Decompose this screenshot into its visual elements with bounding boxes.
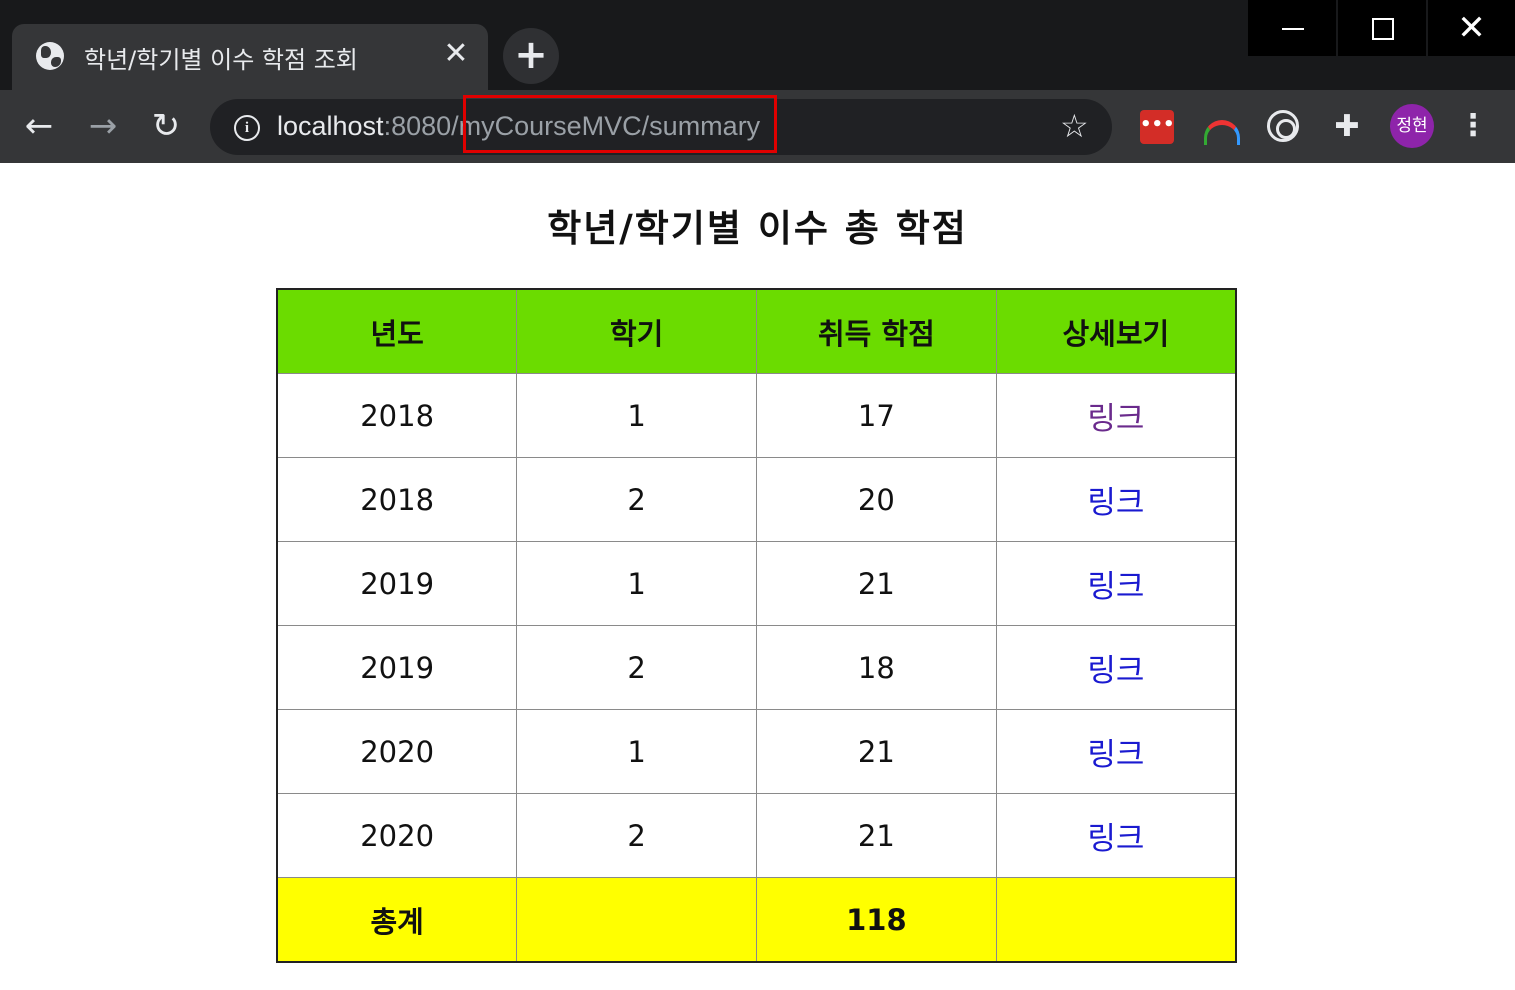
cell-credits: 21 bbox=[756, 541, 997, 626]
minimize-icon bbox=[1282, 28, 1304, 30]
close-tab-icon[interactable]: ✕ bbox=[440, 38, 472, 70]
detail-link[interactable]: 링크 bbox=[1087, 737, 1144, 773]
cell-credits: 20 bbox=[756, 457, 997, 542]
table-row: 2020 2 21 링크 bbox=[276, 793, 1237, 878]
maximize-icon bbox=[1372, 18, 1394, 40]
cell-year: 2020 bbox=[276, 793, 518, 878]
lastpass-extension-icon[interactable]: ••• bbox=[1140, 110, 1175, 144]
page-title: 학년/학기별 이수 총 학점 bbox=[547, 207, 968, 250]
cell-credits: 17 bbox=[756, 373, 997, 458]
window-maximize-button[interactable] bbox=[1338, 0, 1426, 56]
cell-year: 2018 bbox=[276, 457, 518, 542]
detail-link[interactable]: 링크 bbox=[1087, 569, 1144, 605]
column-header-semester: 학기 bbox=[516, 288, 757, 374]
reload-button[interactable]: ↻ bbox=[141, 104, 191, 150]
tab-strip: 학년/학기별 이수 학점 조회 ✕ + ✕ bbox=[0, 0, 1515, 90]
window-minimize-button[interactable] bbox=[1248, 0, 1336, 56]
rainbow-extension-icon[interactable] bbox=[1202, 110, 1240, 145]
cell-detail: 링크 bbox=[995, 793, 1237, 878]
detail-link[interactable]: 링크 bbox=[1087, 821, 1144, 857]
info-icon[interactable]: i bbox=[234, 115, 260, 141]
url-host: localhost bbox=[277, 111, 384, 141]
globe-icon bbox=[36, 42, 64, 70]
url-highlight-annotation bbox=[463, 95, 777, 153]
column-header-year: 년도 bbox=[276, 288, 518, 374]
new-tab-button[interactable]: + bbox=[503, 28, 559, 84]
cell-detail: 링크 bbox=[995, 373, 1237, 458]
cell-year: 2019 bbox=[276, 625, 518, 710]
table-header-row: 년도 학기 취득 학점 상세보기 bbox=[276, 288, 1237, 374]
table-row: 2019 1 21 링크 bbox=[276, 541, 1237, 626]
cell-detail: 링크 bbox=[995, 625, 1237, 710]
cell-credits: 21 bbox=[756, 709, 997, 794]
credits-summary-table: 년도 학기 취득 학점 상세보기 2018 1 17 링크 2018 2 20 … bbox=[276, 288, 1237, 963]
table-row: 2018 1 17 링크 bbox=[276, 373, 1237, 458]
cell-semester: 2 bbox=[516, 625, 757, 710]
total-label: 총계 bbox=[276, 877, 518, 963]
cell-year: 2019 bbox=[276, 541, 518, 626]
table-row: 2020 1 21 링크 bbox=[276, 709, 1237, 794]
cell-year: 2018 bbox=[276, 373, 518, 458]
cell-semester: 1 bbox=[516, 709, 757, 794]
target-extension-icon[interactable] bbox=[1267, 110, 1299, 142]
cell-semester: 1 bbox=[516, 373, 757, 458]
profile-avatar[interactable]: 정현 bbox=[1390, 104, 1434, 148]
forward-button[interactable]: → bbox=[78, 104, 128, 150]
cell-semester: 1 bbox=[516, 541, 757, 626]
cell-credits: 21 bbox=[756, 793, 997, 878]
window-close-button[interactable]: ✕ bbox=[1428, 0, 1515, 56]
browser-menu-icon[interactable]: ⋮ bbox=[1458, 104, 1488, 148]
table-row: 2018 2 20 링크 bbox=[276, 457, 1237, 542]
cell-detail: 링크 bbox=[995, 541, 1237, 626]
tab-title: 학년/학기별 이수 학점 조회 bbox=[84, 46, 358, 74]
cell-detail: 링크 bbox=[995, 709, 1237, 794]
arrow-right-icon: → bbox=[88, 106, 118, 146]
arrow-left-icon: ← bbox=[24, 106, 54, 146]
cell-detail: 링크 bbox=[995, 457, 1237, 542]
cell-semester: 2 bbox=[516, 793, 757, 878]
browser-tab[interactable]: 학년/학기별 이수 학점 조회 ✕ bbox=[12, 24, 488, 90]
column-header-credits: 취득 학점 bbox=[756, 288, 997, 374]
total-credits: 118 bbox=[756, 877, 997, 963]
total-empty-cell bbox=[995, 877, 1237, 963]
close-icon: ✕ bbox=[1457, 8, 1486, 48]
detail-link[interactable]: 링크 bbox=[1087, 485, 1144, 521]
back-button[interactable]: ← bbox=[14, 104, 64, 150]
cell-year: 2020 bbox=[276, 709, 518, 794]
reload-icon: ↻ bbox=[151, 106, 181, 146]
extensions-puzzle-icon[interactable]: ✚ bbox=[1330, 110, 1364, 144]
cell-credits: 18 bbox=[756, 625, 997, 710]
total-row: 총계 118 bbox=[276, 877, 1237, 963]
total-empty-cell bbox=[516, 877, 757, 963]
detail-link[interactable]: 링크 bbox=[1087, 401, 1144, 437]
table-row: 2019 2 18 링크 bbox=[276, 625, 1237, 710]
column-header-detail: 상세보기 bbox=[995, 288, 1237, 374]
detail-link[interactable]: 링크 bbox=[1087, 653, 1144, 689]
cell-semester: 2 bbox=[516, 457, 757, 542]
bookmark-star-icon[interactable]: ☆ bbox=[1060, 106, 1089, 146]
